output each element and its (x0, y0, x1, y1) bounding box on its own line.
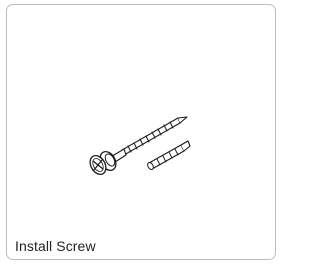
wall-anchor-icon (147, 140, 191, 171)
screw-and-wall-anchor-icon (89, 116, 191, 175)
card-caption: Install Screw (15, 238, 96, 254)
install-screw-card[interactable]: Install Screw (6, 4, 276, 260)
screw-icon (89, 116, 188, 175)
